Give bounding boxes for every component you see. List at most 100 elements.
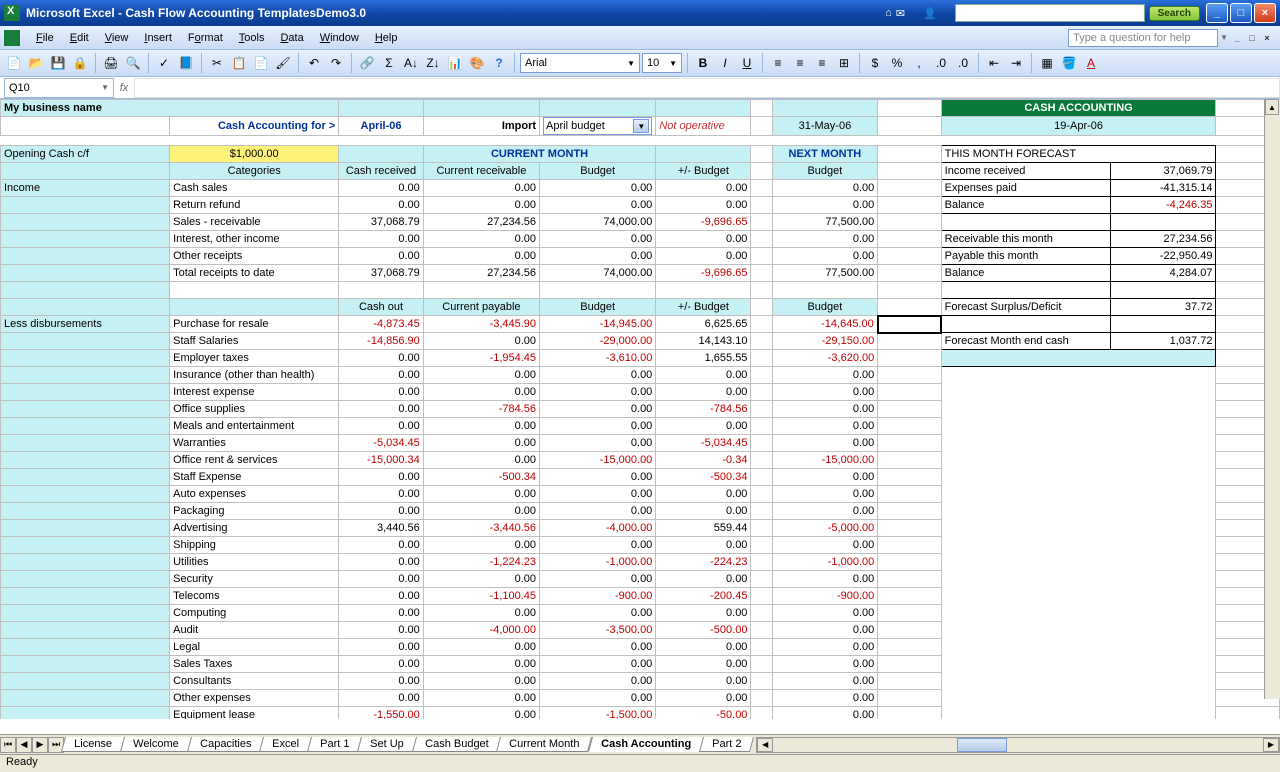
cell[interactable]: Packaging: [170, 503, 339, 520]
underline-button[interactable]: U: [737, 53, 757, 73]
search-button[interactable]: Search: [1149, 6, 1200, 21]
cell[interactable]: -3,440.56: [423, 520, 539, 537]
font-selector[interactable]: Arial▼: [520, 53, 640, 73]
format-painter-icon[interactable]: 🖌: [273, 53, 293, 73]
sheet-tab-cash accounting[interactable]: Cash Accounting: [588, 737, 704, 752]
cell[interactable]: 0.00: [772, 639, 878, 656]
cell[interactable]: 0.00: [423, 435, 539, 452]
cell[interactable]: 0.00: [656, 180, 751, 197]
cell[interactable]: 1,655.55: [656, 350, 751, 367]
cell[interactable]: 37,068.79: [339, 265, 424, 282]
cell[interactable]: 0.00: [540, 605, 656, 622]
cell[interactable]: 0.00: [656, 571, 751, 588]
research-icon[interactable]: 📘: [176, 53, 196, 73]
cell[interactable]: -15,000.00: [772, 452, 878, 469]
chart-icon[interactable]: 📊: [445, 53, 465, 73]
cell[interactable]: Cash sales: [170, 180, 339, 197]
cell[interactable]: 6,625.65: [656, 316, 751, 333]
cell[interactable]: Consultants: [170, 673, 339, 690]
menu-edit[interactable]: Edit: [62, 30, 97, 46]
cell[interactable]: -4,873.45: [339, 316, 424, 333]
cell[interactable]: -500.00: [656, 622, 751, 639]
cell[interactable]: 0.00: [540, 503, 656, 520]
cell[interactable]: 0.00: [339, 605, 424, 622]
cell[interactable]: 0.00: [540, 401, 656, 418]
cell[interactable]: -14,945.00: [540, 316, 656, 333]
sheet-tab-license[interactable]: License: [61, 737, 125, 752]
name-box[interactable]: Q10▼: [4, 78, 114, 98]
cell[interactable]: 0.00: [540, 197, 656, 214]
permission-icon[interactable]: 🔒: [70, 53, 90, 73]
cell[interactable]: 0.00: [423, 639, 539, 656]
copy-icon[interactable]: 📋: [229, 53, 249, 73]
inc-indent-icon[interactable]: ⇥: [1006, 53, 1026, 73]
cell[interactable]: Staff Expense: [170, 469, 339, 486]
sheet-tab-excel[interactable]: Excel: [259, 737, 312, 752]
cell[interactable]: 0.00: [339, 248, 424, 265]
opening-cash-value[interactable]: $1,000.00: [170, 146, 339, 163]
cell[interactable]: -5,034.45: [656, 435, 751, 452]
new-icon[interactable]: 📄: [4, 53, 24, 73]
fill-color-icon[interactable]: 🪣: [1059, 53, 1079, 73]
cell[interactable]: 0.00: [339, 231, 424, 248]
cell[interactable]: -1,550.00: [339, 707, 424, 720]
cell[interactable]: 0.00: [772, 469, 878, 486]
cell[interactable]: -29,000.00: [540, 333, 656, 350]
cell[interactable]: 0.00: [772, 401, 878, 418]
cell[interactable]: 0.00: [540, 639, 656, 656]
cell[interactable]: 0.00: [339, 503, 424, 520]
menu-window[interactable]: Window: [312, 30, 367, 46]
cell[interactable]: -5,000.00: [772, 520, 878, 537]
cell[interactable]: 0.00: [540, 486, 656, 503]
cell[interactable]: 0.00: [423, 418, 539, 435]
minimize-button[interactable]: _: [1206, 3, 1228, 23]
cell[interactable]: 0.00: [772, 486, 878, 503]
cell[interactable]: 0.00: [656, 367, 751, 384]
cell[interactable]: 0.00: [772, 180, 878, 197]
cell[interactable]: Return refund: [170, 197, 339, 214]
cell[interactable]: -784.56: [656, 401, 751, 418]
cell[interactable]: Legal: [170, 639, 339, 656]
cell[interactable]: 0.00: [423, 367, 539, 384]
cell[interactable]: 0.00: [540, 248, 656, 265]
cell[interactable]: -1,224.23: [423, 554, 539, 571]
size-selector[interactable]: 10▼: [642, 53, 682, 73]
sheet-tab-part 2[interactable]: Part 2: [699, 737, 754, 752]
cell[interactable]: 0.00: [772, 656, 878, 673]
font-color-icon[interactable]: A: [1081, 53, 1101, 73]
cell[interactable]: 0.00: [423, 503, 539, 520]
cell[interactable]: Telecoms: [170, 588, 339, 605]
cell[interactable]: 77,500.00: [772, 214, 878, 231]
cell[interactable]: -4,000.00: [540, 520, 656, 537]
dec-indent-icon[interactable]: ⇤: [984, 53, 1004, 73]
cell[interactable]: 0.00: [772, 435, 878, 452]
cell[interactable]: -3,500.00: [540, 622, 656, 639]
comma-icon[interactable]: ,: [909, 53, 929, 73]
align-center-icon[interactable]: ≡: [790, 53, 810, 73]
cell[interactable]: 74,000.00: [540, 214, 656, 231]
drawing-icon[interactable]: 🎨: [467, 53, 487, 73]
cell[interactable]: 74,000.00: [540, 265, 656, 282]
cell[interactable]: -1,000.00: [772, 554, 878, 571]
cell[interactable]: Computing: [170, 605, 339, 622]
scroll-up-icon[interactable]: ▲: [1265, 99, 1279, 115]
cell[interactable]: 0.00: [423, 690, 539, 707]
percent-icon[interactable]: %: [887, 53, 907, 73]
cell[interactable]: 0.00: [540, 418, 656, 435]
doc-restore-button[interactable]: □: [1245, 31, 1259, 45]
cell[interactable]: -900.00: [772, 588, 878, 605]
cell[interactable]: 0.00: [656, 605, 751, 622]
borders-icon[interactable]: ▦: [1037, 53, 1057, 73]
menu-view[interactable]: View: [97, 30, 137, 46]
cell[interactable]: Purchase for resale: [170, 316, 339, 333]
menu-tools[interactable]: Tools: [231, 30, 273, 46]
cell[interactable]: Employer taxes: [170, 350, 339, 367]
cell[interactable]: -200.45: [656, 588, 751, 605]
cell[interactable]: 0.00: [656, 673, 751, 690]
cell[interactable]: Staff Salaries: [170, 333, 339, 350]
doc-close-button[interactable]: ×: [1260, 31, 1274, 45]
cell[interactable]: Other receipts: [170, 248, 339, 265]
cell[interactable]: -15,000.00: [540, 452, 656, 469]
align-left-icon[interactable]: ≡: [768, 53, 788, 73]
cell[interactable]: 0.00: [656, 248, 751, 265]
